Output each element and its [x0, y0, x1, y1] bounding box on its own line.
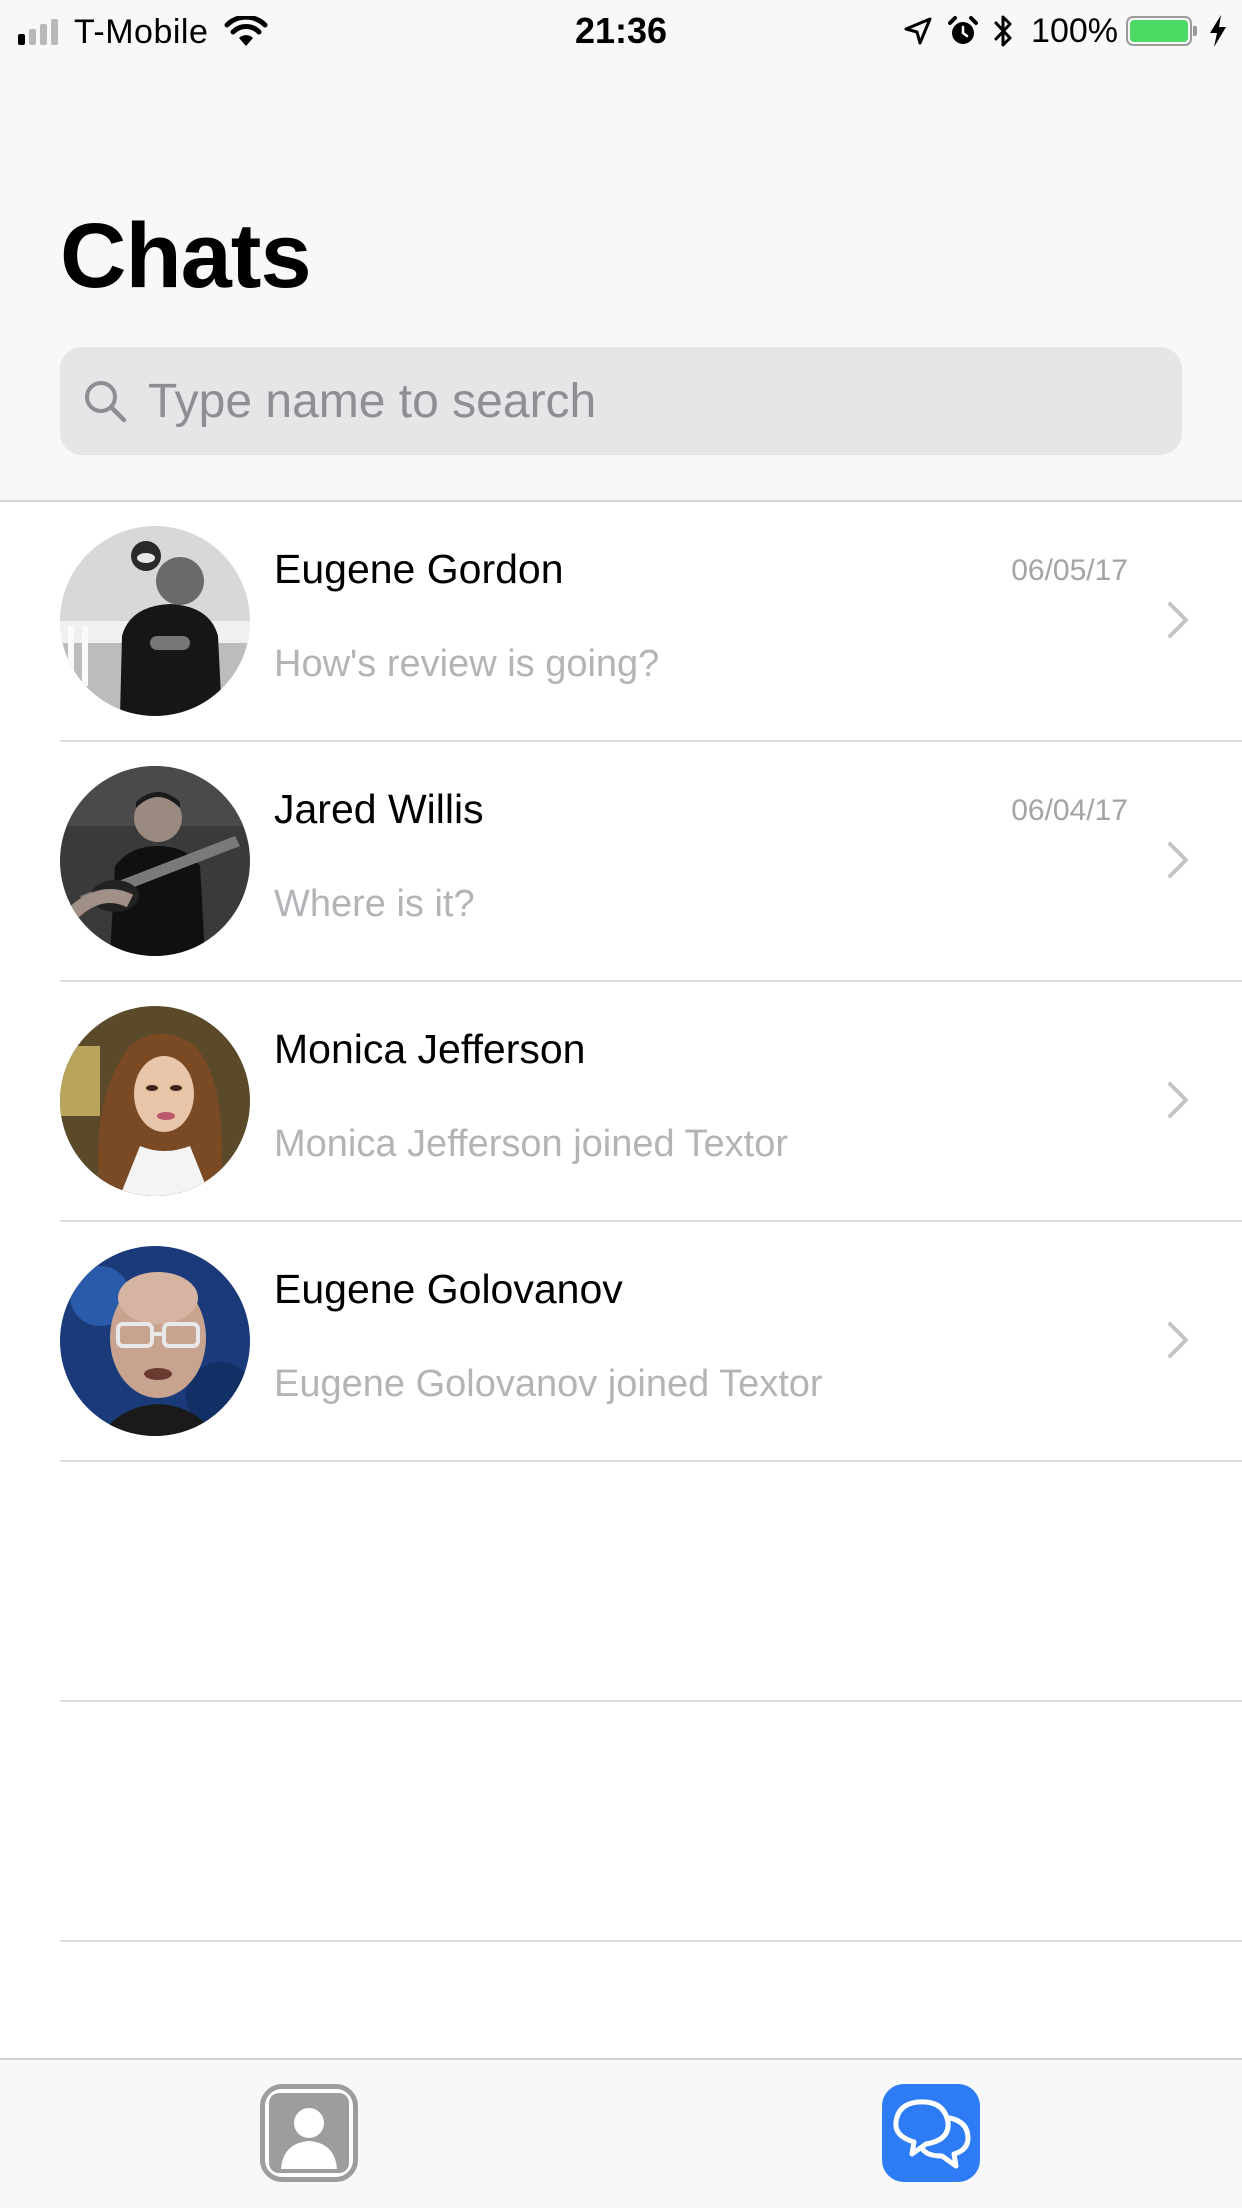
chevron-right-icon	[1166, 840, 1190, 885]
tab-contacts[interactable]	[260, 2084, 358, 2182]
chat-preview: Where is it?	[274, 883, 475, 925]
status-right: 100%	[889, 10, 1228, 52]
chat-name: Jared Willis	[274, 786, 484, 832]
chats-screen: T-Mobile 21:36 100% Chats Type name to s…	[0, 0, 1242, 2208]
chat-row-eugene-golovanov[interactable]: Eugene Golovanov Eugene Golovanov joined…	[60, 1222, 1242, 1462]
chevron-right-icon	[1166, 600, 1190, 645]
chat-row-monica-jefferson[interactable]: Monica Jefferson Monica Jefferson joined…	[60, 982, 1242, 1222]
chat-preview: How's review is going?	[274, 643, 660, 685]
bluetooth-icon	[993, 14, 1015, 48]
avatar	[60, 526, 250, 716]
charging-bolt-icon	[1208, 14, 1228, 48]
chat-preview: Eugene Golovanov joined Textor	[274, 1363, 823, 1405]
battery-icon	[1126, 16, 1197, 46]
header: T-Mobile 21:36 100% Chats Type name to s…	[0, 0, 1242, 502]
chat-name: Monica Jefferson	[274, 1026, 586, 1072]
battery-percent: 100%	[1031, 11, 1118, 50]
avatar	[60, 766, 250, 956]
tab-chats[interactable]	[882, 2084, 980, 2182]
contacts-icon	[269, 2093, 349, 2173]
chat-date: 06/05/17	[1011, 554, 1128, 587]
alarm-icon	[947, 15, 979, 47]
chevron-right-icon	[1166, 1320, 1190, 1365]
status-bar: T-Mobile 21:36 100%	[0, 0, 1242, 62]
tab-bar	[0, 2058, 1242, 2208]
avatar	[60, 1246, 250, 1436]
chevron-right-icon	[1166, 1080, 1190, 1125]
chat-list: Eugene Gordon 06/05/17 How's review is g…	[0, 502, 1242, 1942]
chat-date: 06/04/17	[1011, 794, 1128, 827]
page-title: Chats	[60, 205, 312, 307]
empty-list-row	[60, 1702, 1242, 1942]
chat-row-jared-willis[interactable]: Jared Willis 06/04/17 Where is it?	[60, 742, 1242, 982]
location-arrow-icon	[903, 16, 933, 46]
search-input[interactable]	[146, 372, 1150, 430]
chats-bubble-icon	[890, 2096, 972, 2170]
empty-list-row	[60, 1462, 1242, 1702]
chat-name: Eugene Gordon	[274, 546, 564, 592]
search-icon	[82, 378, 128, 424]
avatar	[60, 1006, 250, 1196]
search-bar[interactable]	[60, 347, 1182, 455]
chat-preview: Monica Jefferson joined Textor	[274, 1123, 789, 1165]
chat-name: Eugene Golovanov	[274, 1266, 623, 1312]
battery-level	[1130, 20, 1188, 42]
chat-row-eugene-gordon[interactable]: Eugene Gordon 06/05/17 How's review is g…	[60, 502, 1242, 742]
